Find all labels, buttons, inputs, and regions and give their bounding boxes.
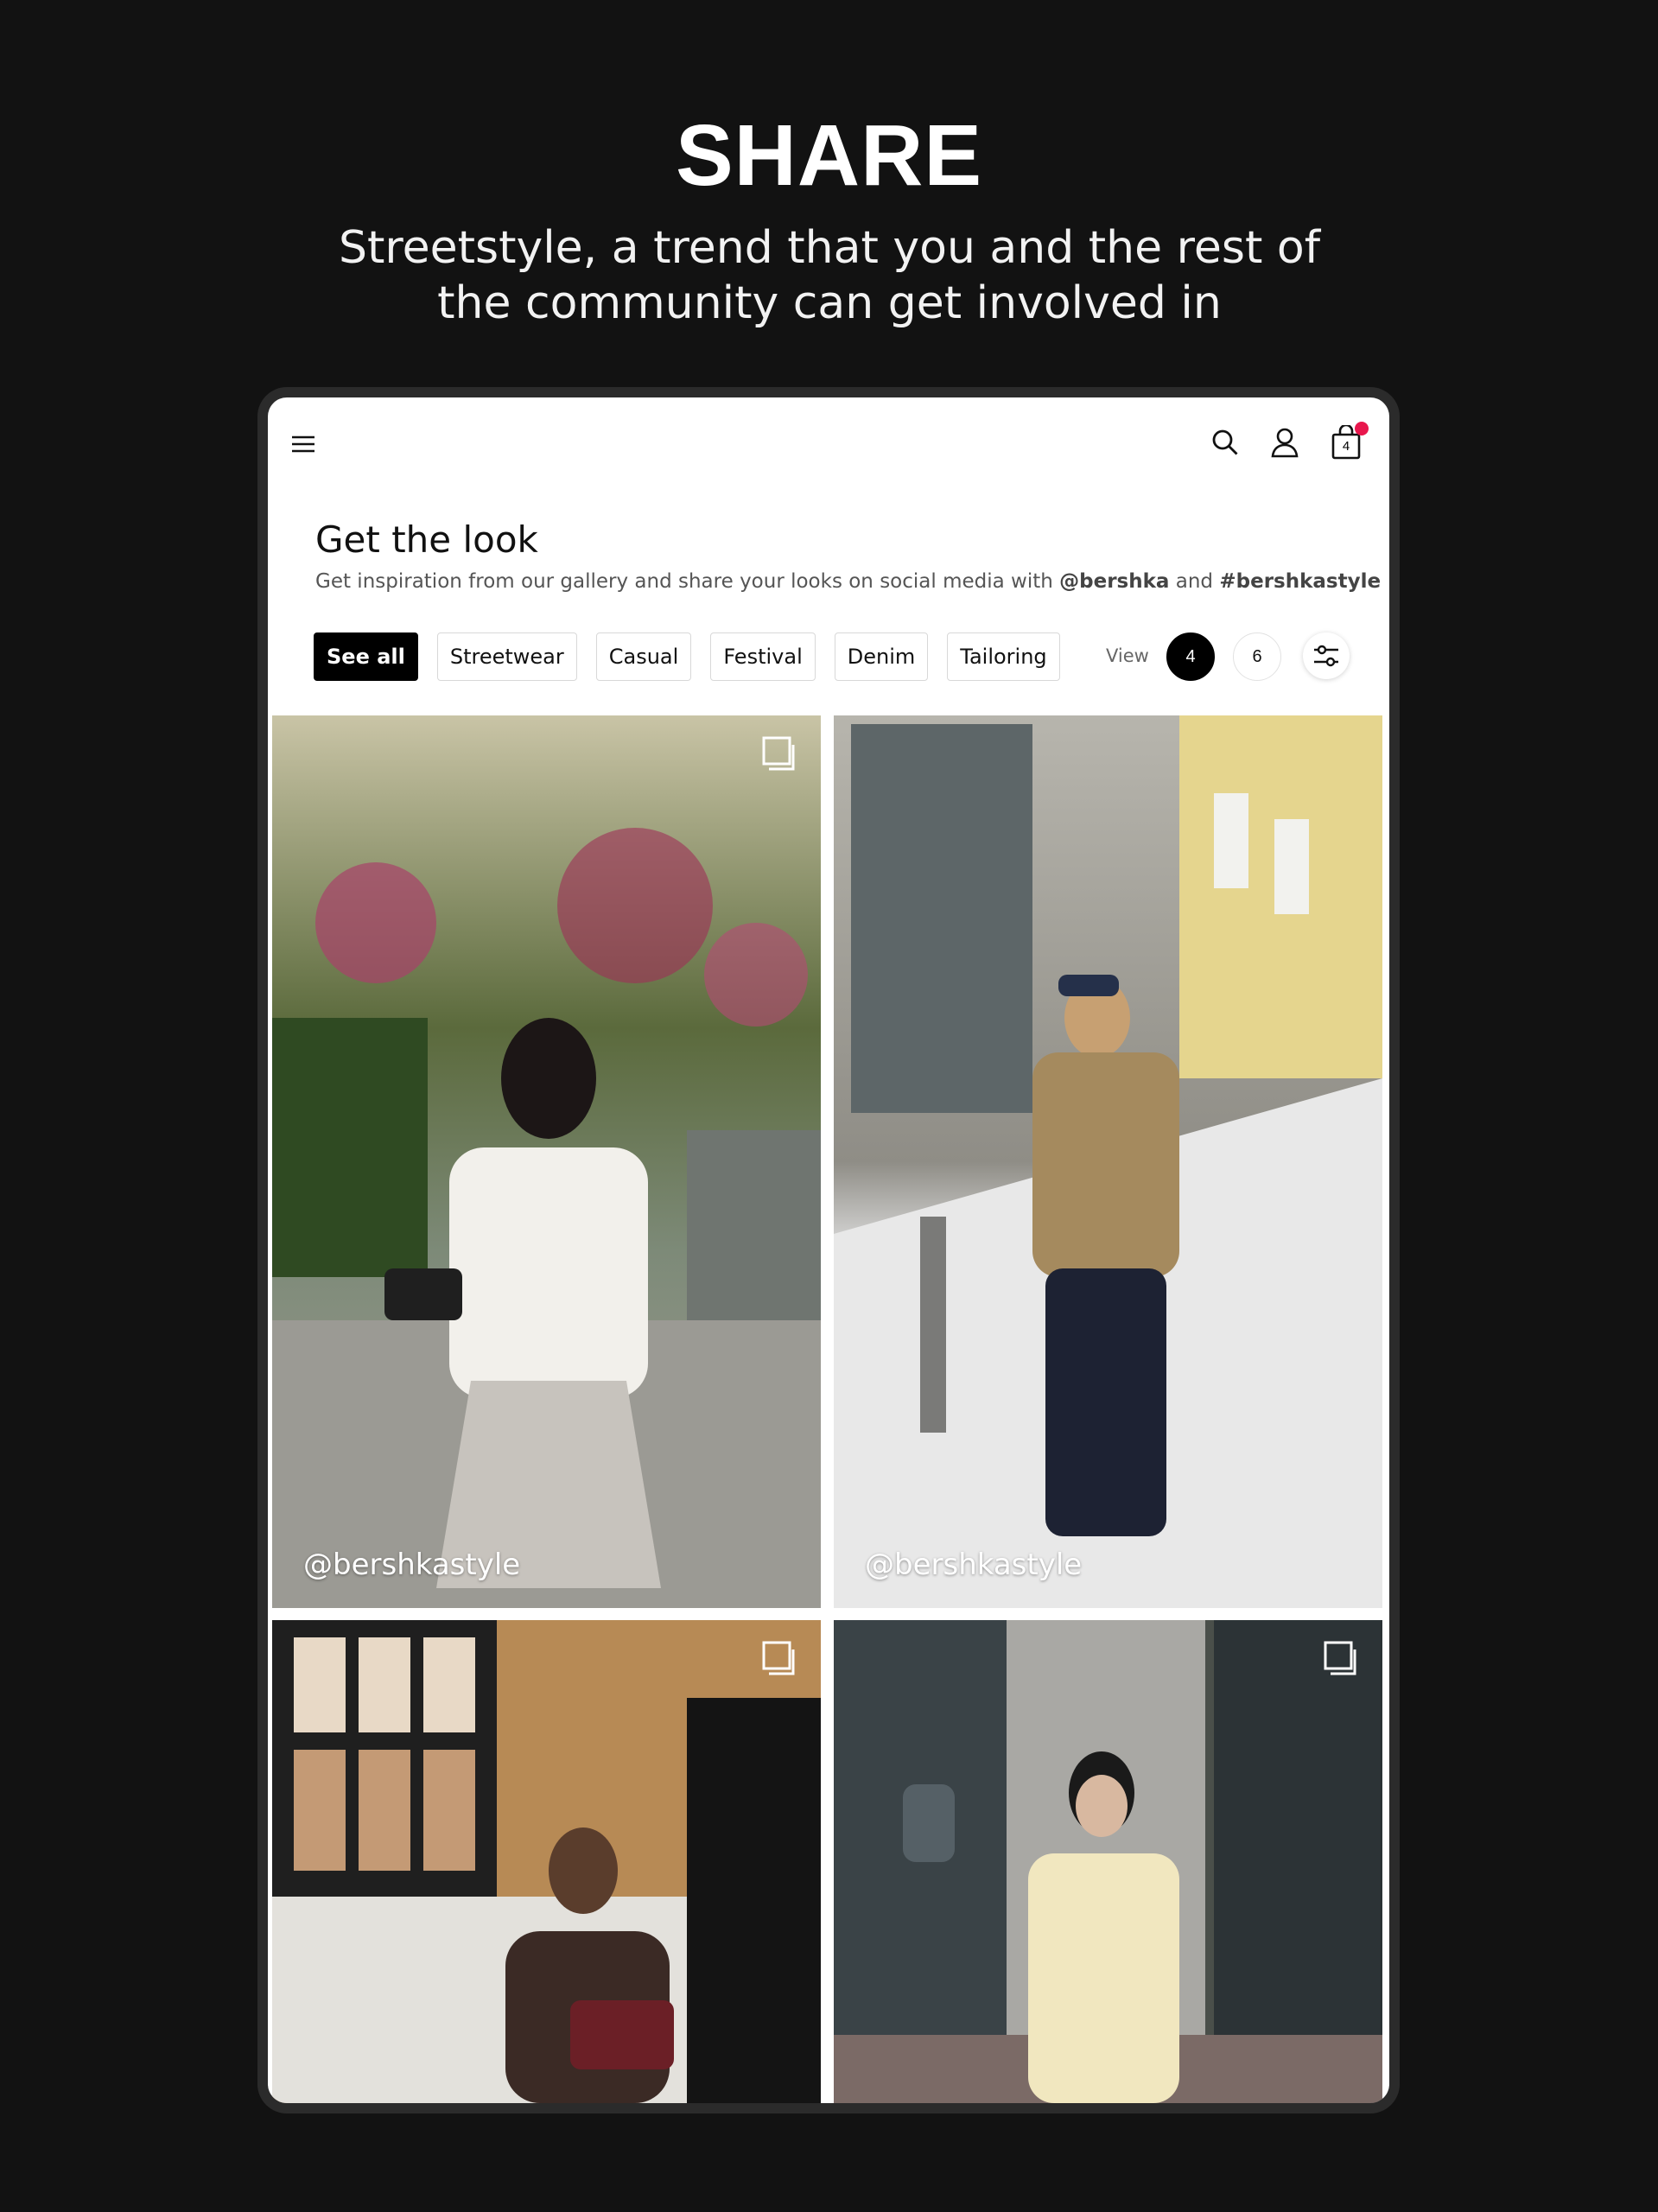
hero-subtitle-line-1: Streetstyle, a trend that you and the re… <box>338 222 1321 274</box>
view-label: View <box>1106 645 1149 666</box>
filter-chip-festival[interactable]: Festival <box>710 632 816 681</box>
look-gallery-grid: @bershkastyle @bershkastyle <box>272 715 1385 2103</box>
post-handle[interactable]: @bershkastyle <box>303 1548 520 1582</box>
filter-chip-streetwear[interactable]: Streetwear <box>436 632 577 681</box>
app-screen: 4 Get the look Get inspiration from our … <box>268 397 1389 2103</box>
view-6-button[interactable]: 6 <box>1233 632 1281 681</box>
bag-count-badge: 4 <box>1342 439 1350 454</box>
menu-icon[interactable] <box>287 430 320 458</box>
post-handle[interactable]: @bershkastyle <box>865 1548 1082 1582</box>
filter-chip-casual[interactable]: Casual <box>595 632 692 681</box>
post-photo <box>834 715 1382 1608</box>
tablet-frame: 4 Get the look Get inspiration from our … <box>257 387 1400 2113</box>
category-filters: See all Streetwear Casual Festival Denim… <box>314 632 1060 681</box>
handle-mention: @bershka <box>1059 570 1170 593</box>
filter-chip-tailoring[interactable]: Tailoring <box>947 632 1060 681</box>
hero-subtitle-line-2: the community can get involved in <box>437 277 1222 329</box>
multiple-images-icon <box>1320 1639 1360 1677</box>
shopping-bag-icon[interactable]: 4 <box>1327 422 1369 461</box>
multiple-images-icon <box>759 1639 798 1677</box>
post-photo <box>272 715 821 1608</box>
filter-sliders-icon[interactable] <box>1303 632 1350 679</box>
user-icon[interactable] <box>1267 425 1302 460</box>
page-title: Get the look <box>315 518 538 561</box>
post-photo <box>272 1620 821 2103</box>
hero-title: SHARE <box>675 107 983 204</box>
gallery-post[interactable] <box>834 1620 1382 2103</box>
multiple-images-icon <box>759 734 798 772</box>
top-bar: 4 <box>268 397 1389 484</box>
notification-dot <box>1355 422 1369 435</box>
filter-chip-denim[interactable]: Denim <box>834 632 929 681</box>
post-photo <box>834 1620 1382 2103</box>
gallery-post[interactable] <box>272 1620 821 2103</box>
hashtag-mention: #bershkastyle <box>1219 570 1382 593</box>
gallery-post[interactable]: @bershkastyle <box>834 715 1382 1608</box>
description-text: Get inspiration from our gallery and sha… <box>315 570 1053 593</box>
gallery-post[interactable]: @bershkastyle <box>272 715 821 1608</box>
view-4-button[interactable]: 4 <box>1166 632 1215 681</box>
description-and: and <box>1175 570 1214 593</box>
hero-subtitle: Streetstyle, a trend that you and the re… <box>311 220 1348 331</box>
filter-chip-see-all[interactable]: See all <box>314 632 418 681</box>
page-description: Get inspiration from our gallery and sha… <box>315 570 1381 593</box>
search-icon[interactable] <box>1208 425 1242 460</box>
